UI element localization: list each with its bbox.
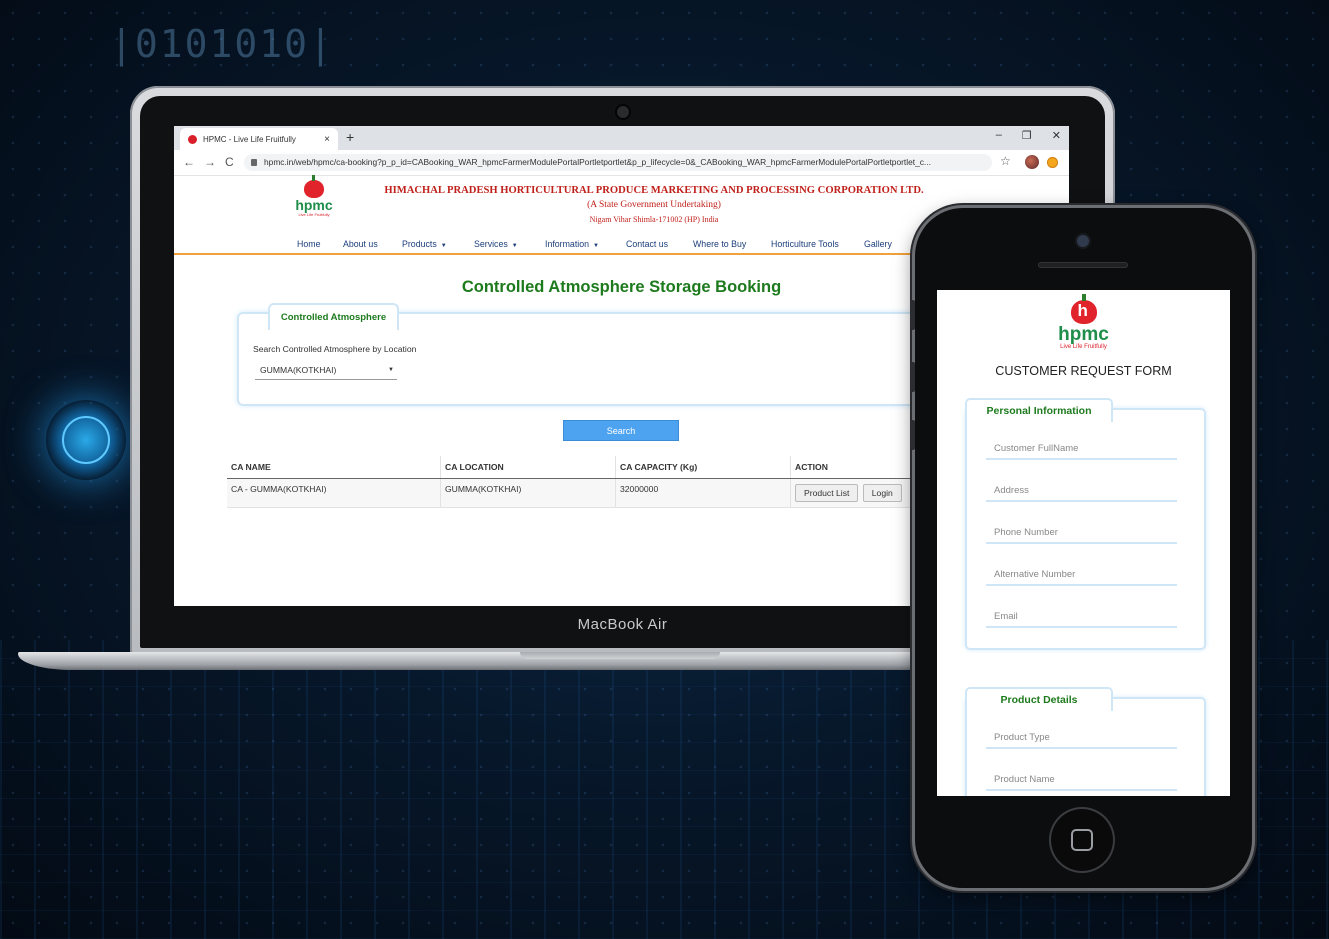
tab-title: HPMC - Live Life Fruitfully <box>203 134 296 144</box>
restore-icon[interactable]: ❐ <box>1022 129 1032 142</box>
product-name-input[interactable]: Product Name <box>986 769 1177 791</box>
column-header-ca-capacity: CA CAPACITY (Kg) <box>615 456 791 479</box>
logo-text: hpmc <box>1058 324 1109 345</box>
product-list-button[interactable]: Product List <box>795 484 859 502</box>
org-title: HIMACHAL PRADESH HORTICULTURAL PRODUCE M… <box>384 185 924 196</box>
bookmark-star-icon[interactable]: ☆ <box>1000 154 1011 168</box>
alternative-number-input[interactable]: Alternative Number <box>986 564 1177 586</box>
phone-speaker <box>1038 262 1128 268</box>
address-input[interactable]: Address <box>986 480 1177 502</box>
customer-fullname-input[interactable]: Customer FullName <box>986 438 1177 460</box>
nav-horticulture-tools[interactable]: Horticulture Tools <box>771 239 839 249</box>
apple-logo-icon <box>304 175 324 198</box>
apple-logo-icon <box>1070 294 1097 324</box>
org-subtitle: (A State Government Undertaking) <box>587 200 721 210</box>
nav-about-us[interactable]: About us <box>343 239 378 249</box>
minimize-icon[interactable]: – <box>996 129 1002 142</box>
product-type-input[interactable]: Product Type <box>986 727 1177 749</box>
login-button[interactable]: Login <box>862 484 902 502</box>
ca-fieldset-legend: Controlled Atmosphere <box>268 303 399 330</box>
laptop-camera-icon <box>617 106 629 118</box>
laptop-brand-label: MacBook Air <box>577 616 668 633</box>
location-select[interactable]: GUMMA(KOTKHAI) ▼ <box>255 362 397 380</box>
nav-products[interactable]: Products ▼ <box>402 239 447 249</box>
email-input[interactable]: Email <box>986 606 1177 628</box>
column-header-ca-location: CA LOCATION <box>440 456 616 479</box>
phone-camera-icon <box>1077 235 1089 247</box>
chevron-down-icon: ▼ <box>511 243 518 249</box>
reload-icon[interactable]: C <box>225 155 234 169</box>
logo-tagline: Live Life Fruitfully <box>1060 344 1107 350</box>
tab-close-icon[interactable]: × <box>324 134 330 145</box>
chevron-down-icon: ▼ <box>388 367 394 373</box>
window-controls: – ❐ ✕ <box>996 129 1061 142</box>
phone-number-input[interactable]: Phone Number <box>986 522 1177 544</box>
profile-avatar-icon[interactable] <box>1025 155 1039 169</box>
cell-ca-capacity: 32000000 <box>615 478 791 508</box>
back-icon[interactable]: ← <box>183 155 195 169</box>
lock-icon <box>251 159 257 166</box>
nav-information[interactable]: Information ▼ <box>545 239 599 249</box>
new-tab-icon[interactable]: + <box>346 129 354 145</box>
table-row: CA - GUMMA(KOTKHAI) GUMMA(KOTKHAI) 32000… <box>227 478 1027 508</box>
home-square-icon <box>1071 829 1093 851</box>
nav-home[interactable]: Home <box>297 239 320 249</box>
nav-services[interactable]: Services ▼ <box>474 239 518 249</box>
nav-gallery[interactable]: Gallery <box>864 239 892 249</box>
phone-screen: hpmc Live Life Fruitfully CUSTOMER REQUE… <box>937 290 1230 796</box>
hpmc-logo[interactable]: hpmc Live Life Fruitfully <box>288 175 340 217</box>
browser-tab[interactable]: HPMC - Live Life Fruitfully × <box>180 128 338 150</box>
column-header-ca-name: CA NAME <box>227 456 441 479</box>
extension-icon[interactable] <box>1047 157 1058 168</box>
chevron-down-icon: ▼ <box>593 243 599 249</box>
org-address: Nigam Vihar Shimla-171002 (HP) India <box>589 215 719 224</box>
personal-info-legend: Personal Information <box>965 398 1113 422</box>
browser-tab-bar: HPMC - Live Life Fruitfully × + – ❐ ✕ <box>174 126 1069 150</box>
nav-contact-us[interactable]: Contact us <box>626 239 668 249</box>
hpmc-favicon-icon <box>188 134 197 144</box>
cell-ca-location: GUMMA(KOTKHAI) <box>440 478 616 508</box>
browser-address-bar: ← → C hpmc.in/web/hpmc/ca-booking?p_p_id… <box>174 150 1069 176</box>
close-window-icon[interactable]: ✕ <box>1052 129 1061 142</box>
laptop-notch <box>520 652 720 659</box>
nav-where-to-buy[interactable]: Where to Buy <box>693 239 746 249</box>
forward-icon[interactable]: → <box>204 155 216 169</box>
search-button[interactable]: Search <box>563 420 679 441</box>
background-binary-digits: |0101010| <box>110 22 334 66</box>
ca-search-label: Search Controlled Atmosphere by Location <box>253 344 417 354</box>
logo-text: hpmc <box>295 197 333 213</box>
phone-side-button <box>910 362 915 392</box>
ca-results-table: CA NAME CA LOCATION CA CAPACITY (Kg) ACT… <box>227 456 1027 508</box>
cell-ca-name: CA - GUMMA(KOTKHAI) <box>227 478 441 508</box>
phone-side-button <box>910 300 915 330</box>
url-input[interactable]: hpmc.in/web/hpmc/ca-booking?p_p_id=CABoo… <box>244 154 992 171</box>
chevron-down-icon: ▼ <box>440 243 447 249</box>
form-title: CUSTOMER REQUEST FORM <box>995 364 1172 378</box>
url-text: hpmc.in/web/hpmc/ca-booking?p_p_id=CABoo… <box>264 157 931 167</box>
location-select-value: GUMMA(KOTKHAI) <box>260 365 337 375</box>
product-details-legend: Product Details <box>965 687 1113 711</box>
phone-side-button <box>910 420 915 450</box>
hpmc-logo: hpmc Live Life Fruitfully <box>937 294 1230 350</box>
background-glow-circle <box>46 400 126 480</box>
